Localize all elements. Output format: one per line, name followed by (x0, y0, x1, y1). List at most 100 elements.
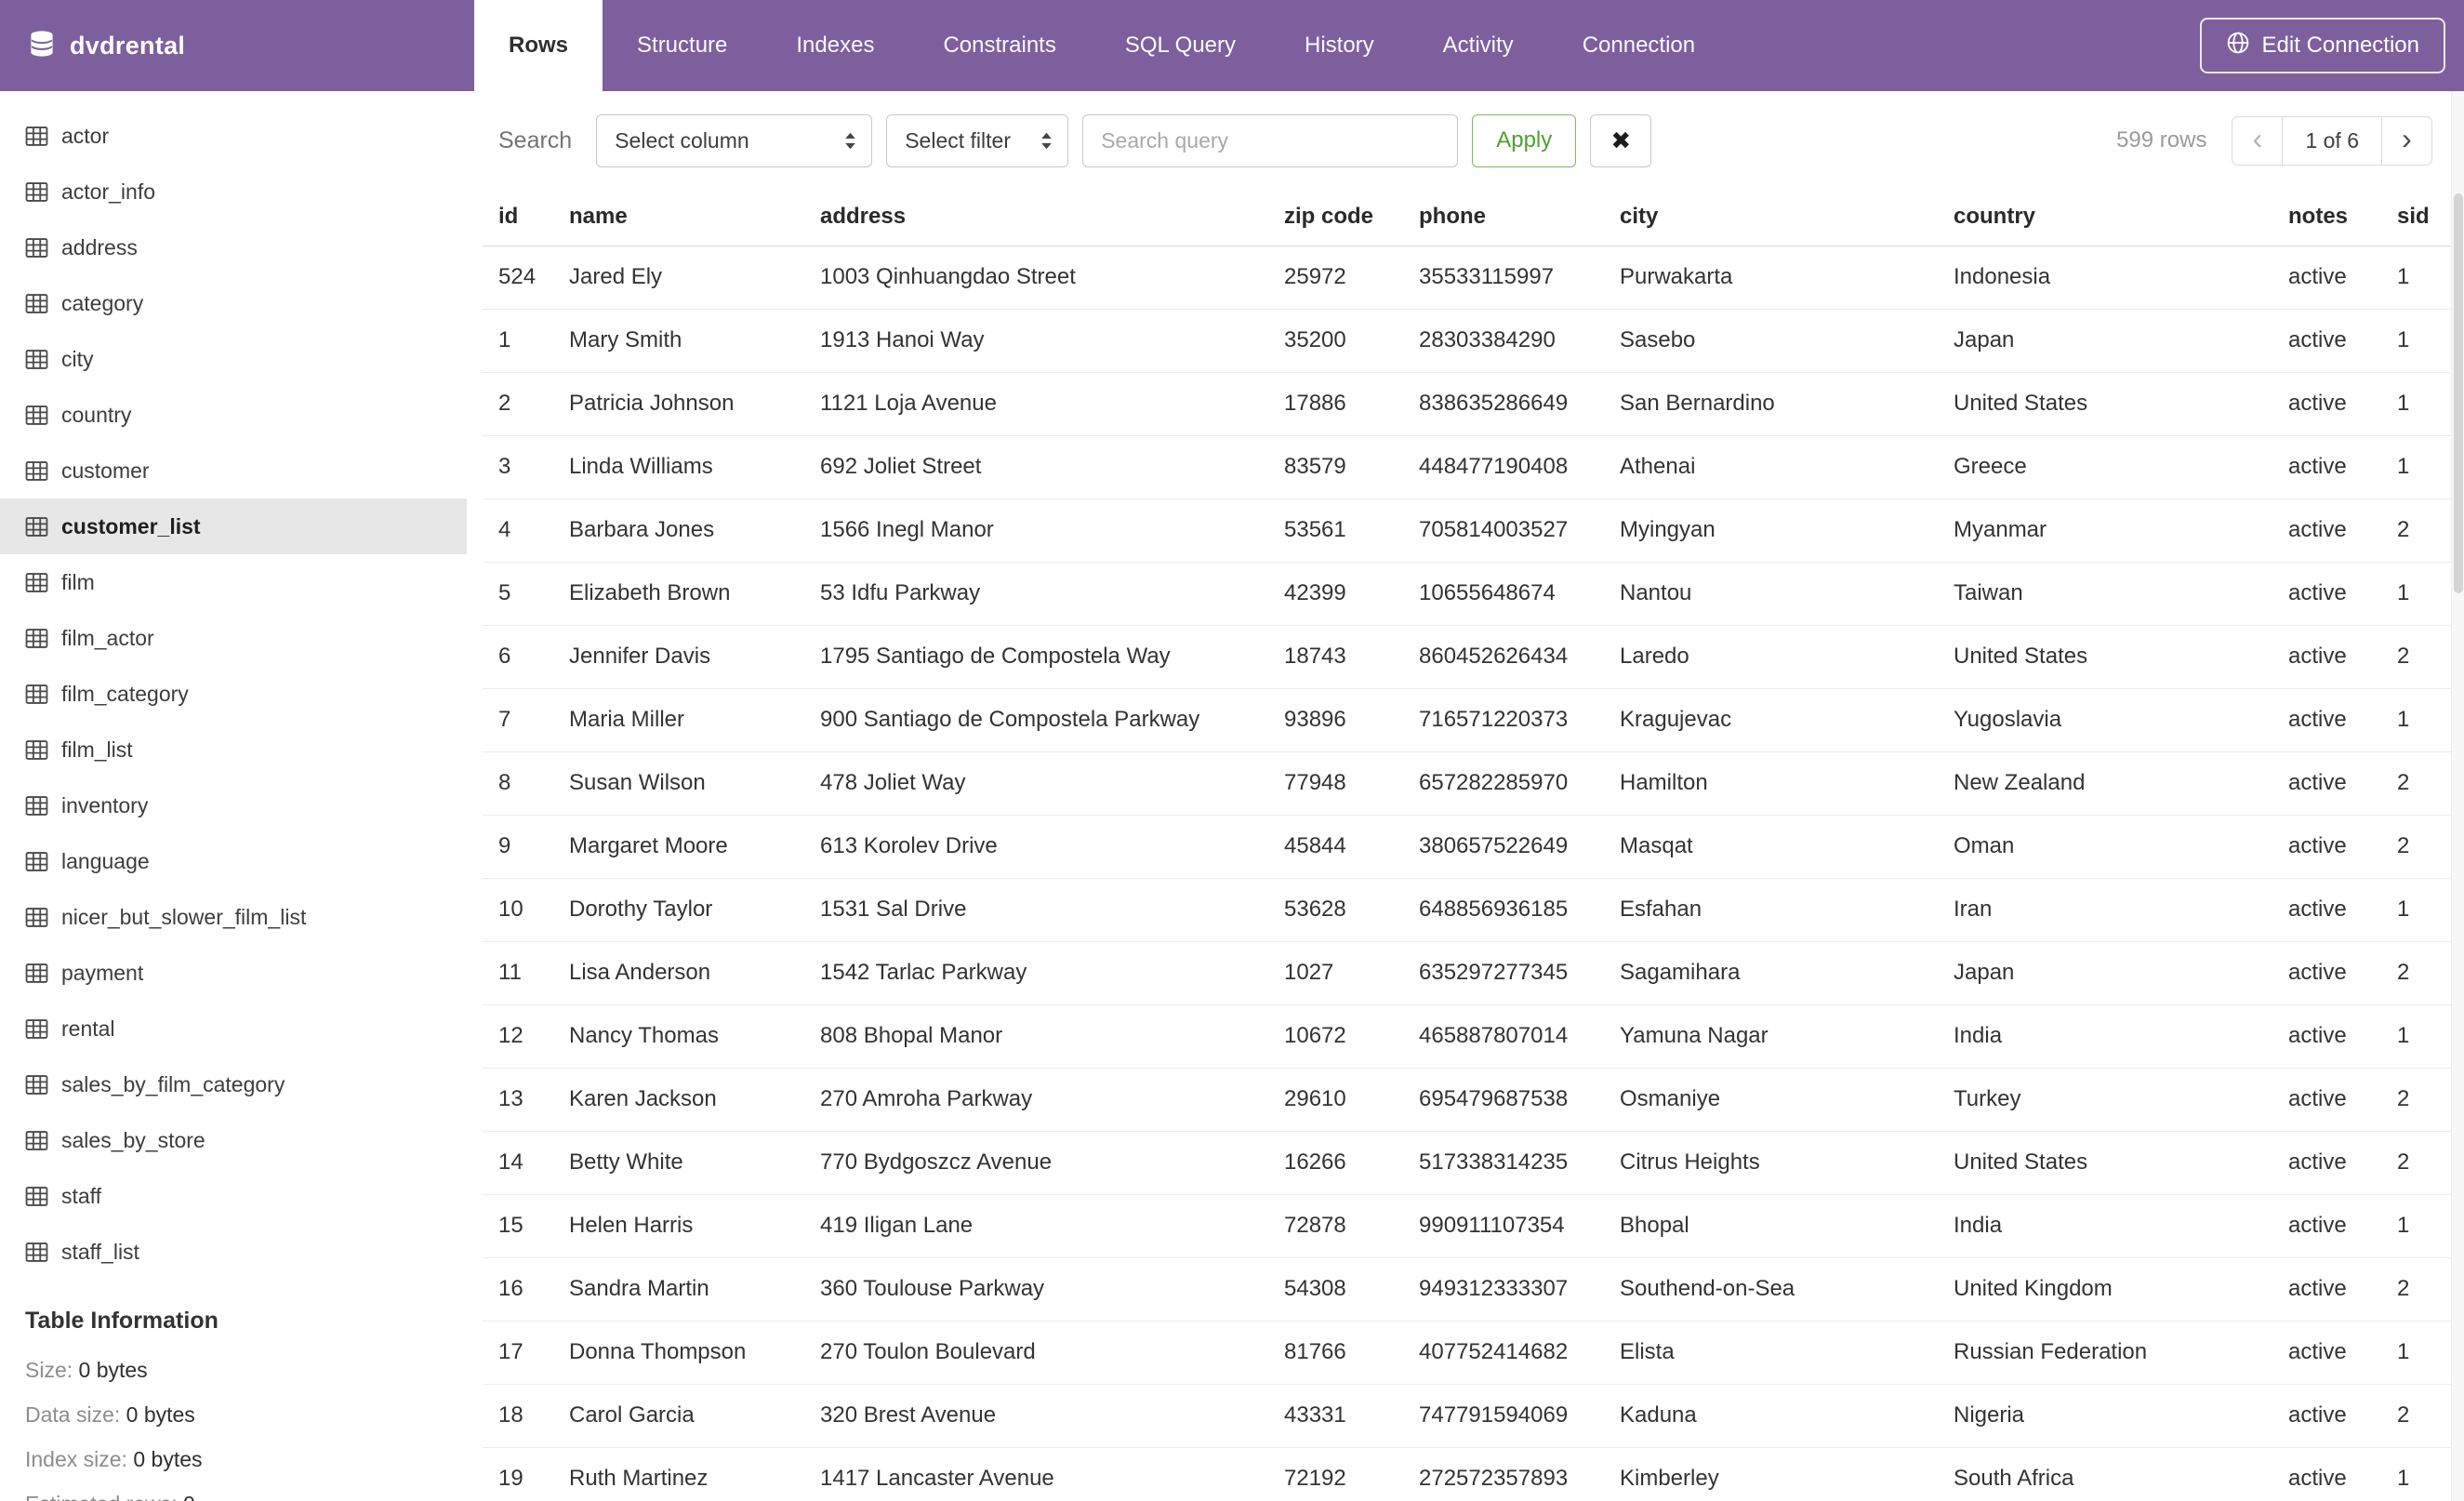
chevron-right-icon: › (2402, 121, 2412, 155)
sidebar-item-inventory[interactable]: inventory (0, 777, 467, 833)
cell: United States (1954, 625, 2288, 689)
brand: dvdrental (0, 0, 467, 91)
sidebar-item-actor[interactable]: actor (0, 108, 467, 164)
cell: active (2288, 751, 2397, 816)
tab-history[interactable]: History (1270, 0, 1409, 91)
cell: 657282285970 (1419, 751, 1620, 816)
sidebar-item-label: film (61, 569, 95, 594)
tab-indexes[interactable]: Indexes (762, 0, 908, 91)
table-icon (25, 349, 48, 369)
table-row[interactable]: 10 Dorothy Taylor 1531 Sal Drive 53628 64885… (483, 878, 2451, 942)
column-header-name[interactable]: name (569, 188, 820, 246)
sidebar-item-nicer_but_slower_film_list[interactable]: nicer_but_slower_film_list (0, 889, 467, 945)
prev-page-button[interactable]: ‹ (2232, 115, 2284, 166)
cell: 1417 Lancaster Avenue (820, 1447, 1284, 1501)
table-row[interactable]: 17 Donna Thompson 270 Toulon Boulevard 8176… (483, 1321, 2451, 1385)
sidebar-item-address[interactable]: address (0, 219, 467, 275)
sidebar-item-film_list[interactable]: film_list (0, 722, 467, 777)
apply-button[interactable]: Apply (1472, 113, 1577, 167)
table-row[interactable]: 12 Nancy Thomas 808 Bhopal Manor 10672 46588… (483, 1004, 2451, 1069)
cell: active (2288, 1384, 2397, 1448)
cell: 2 (2397, 941, 2451, 1005)
sidebar-item-category[interactable]: category (0, 275, 467, 331)
scrollbar-thumb[interactable] (2454, 193, 2463, 593)
sidebar-item-film_actor[interactable]: film_actor (0, 610, 467, 666)
table-row[interactable]: 15 Helen Harris 419 Iligan Lane 72878 990911… (483, 1194, 2451, 1258)
table-row[interactable]: 9 Margaret Moore 613 Korolev Drive 45844 380… (483, 815, 2451, 879)
sidebar-item-city[interactable]: city (0, 331, 467, 387)
next-page-button[interactable]: › (2381, 115, 2432, 166)
cell: Iran (1954, 878, 2288, 942)
sidebar-item-staff[interactable]: staff (0, 1168, 467, 1224)
cell: 10672 (1284, 1004, 1419, 1069)
sidebar-item-film[interactable]: film (0, 554, 467, 610)
sidebar-item-staff_list[interactable]: staff_list (0, 1224, 467, 1280)
column-header-address[interactable]: address (820, 188, 1284, 246)
column-header-phone[interactable]: phone (1419, 188, 1620, 246)
cell: 1542 Tarlac Parkway (820, 941, 1284, 1005)
tab-connection[interactable]: Connection (1548, 0, 1729, 91)
sidebar-item-customer[interactable]: customer (0, 443, 467, 498)
tab-rows[interactable]: Rows (474, 0, 603, 91)
tab-constraints[interactable]: Constraints (908, 0, 1090, 91)
sidebar-item-sales_by_film_category[interactable]: sales_by_film_category (0, 1056, 467, 1112)
table-icon (25, 1130, 48, 1150)
table-row[interactable]: 6 Jennifer Davis 1795 Santiago de Composte… (483, 625, 2451, 689)
table-row[interactable]: 16 Sandra Martin 360 Toulouse Parkway 54308… (483, 1257, 2451, 1322)
table-row[interactable]: 11 Lisa Anderson 1542 Tarlac Parkway 1027 63… (483, 941, 2451, 1005)
table-row[interactable]: 8 Susan Wilson 478 Joliet Way 77948 65728228… (483, 751, 2451, 816)
column-select[interactable]: Select column (596, 113, 873, 167)
cell: Nigeria (1954, 1384, 2288, 1448)
cell: 1 (2397, 878, 2451, 942)
cell: Japan (1954, 309, 2288, 373)
sidebar-item-language[interactable]: language (0, 833, 467, 889)
cell: 1121 Loja Avenue (820, 372, 1284, 436)
table-row[interactable]: 13 Karen Jackson 270 Amroha Parkway 29610 69… (483, 1068, 2451, 1132)
table-row[interactable]: 14 Betty White 770 Bydgoszcz Avenue 16266 51… (483, 1131, 2451, 1195)
table-row[interactable]: 18 Carol Garcia 320 Brest Avenue 43331 74779… (483, 1384, 2451, 1448)
table-row[interactable]: 2 Patricia Johnson 1121 Loja Avenue 17886 83… (483, 372, 2451, 436)
sidebar-item-payment[interactable]: payment (0, 945, 467, 1001)
column-header-notes[interactable]: notes (2288, 188, 2397, 246)
table-row[interactable]: 7 Maria Miller 900 Santiago de Compostela … (483, 688, 2451, 752)
cell: 692 Joliet Street (820, 435, 1284, 499)
cell: Dorothy Taylor (569, 878, 820, 942)
cell: 1 (2397, 688, 2451, 752)
table-row[interactable]: 1 Mary Smith 1913 Hanoi Way 35200 2830338429… (483, 309, 2451, 373)
edit-connection-button[interactable]: Edit Connection (2199, 18, 2445, 73)
table-row[interactable]: 4 Barbara Jones 1566 Inegl Manor 53561 70581… (483, 498, 2451, 563)
table-row[interactable]: 5 Elizabeth Brown 53 Idfu Parkway 42399 1065… (483, 562, 2451, 626)
tab-structure[interactable]: Structure (603, 0, 762, 91)
sidebar-item-film_category[interactable]: film_category (0, 666, 467, 722)
sidebar-item-country[interactable]: country (0, 387, 467, 443)
sidebar-item-rental[interactable]: rental (0, 1001, 467, 1056)
cell: 949312333307 (1419, 1257, 1620, 1322)
cell: 13 (483, 1068, 569, 1132)
cell: Southend-on-Sea (1620, 1257, 1954, 1322)
cell: 28303384290 (1419, 309, 1620, 373)
column-header-id[interactable]: id (483, 188, 569, 246)
scrollbar[interactable] (2451, 91, 2464, 1501)
column-header-city[interactable]: city (1620, 188, 1954, 246)
tab-activity[interactable]: Activity (1409, 0, 1548, 91)
sidebar-item-actor_info[interactable]: actor_info (0, 164, 467, 219)
cell: 808 Bhopal Manor (820, 1004, 1284, 1069)
table-row[interactable]: 3 Linda Williams 692 Joliet Street 83579 448… (483, 435, 2451, 499)
column-header-sid[interactable]: sid (2397, 188, 2451, 246)
search-query-input[interactable] (1082, 113, 1459, 167)
cell: 635297277345 (1419, 941, 1620, 1005)
cell: Sandra Martin (569, 1257, 820, 1322)
tab-sql-query[interactable]: SQL Query (1091, 0, 1270, 91)
clear-filter-button[interactable]: ✖ (1590, 113, 1652, 167)
sidebar-item-sales_by_store[interactable]: sales_by_store (0, 1112, 467, 1168)
filter-select[interactable]: Select filter (886, 113, 1069, 167)
column-header-country[interactable]: country (1954, 188, 2288, 246)
table-row[interactable]: 524 Jared Ely 1003 Qinhuangdao Street 25972… (483, 246, 2451, 310)
cell: 81766 (1284, 1321, 1419, 1385)
column-header-zip-code[interactable]: zip code (1284, 188, 1419, 246)
cell: active (2288, 1257, 2397, 1322)
sidebar-item-customer_list[interactable]: customer_list (0, 498, 467, 554)
cell: active (2288, 1321, 2397, 1385)
table-row[interactable]: 19 Ruth Martinez 1417 Lancaster Avenue 7219… (483, 1447, 2451, 1501)
column-select-value: Select column (615, 127, 749, 153)
